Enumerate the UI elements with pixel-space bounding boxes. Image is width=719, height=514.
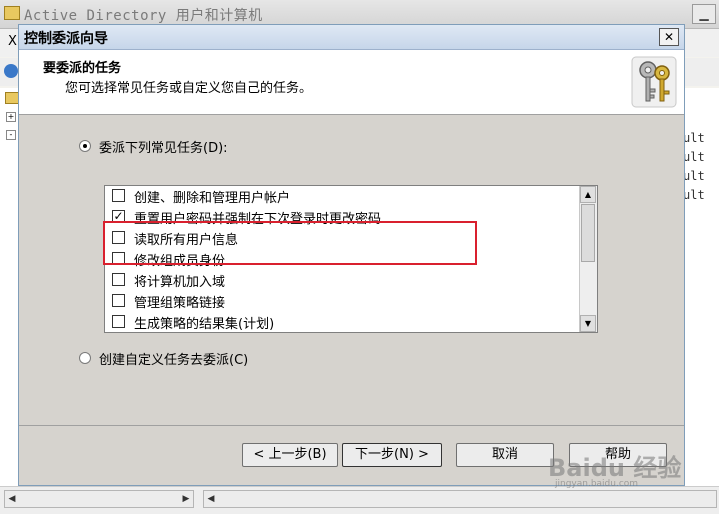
list-item: ult [683, 188, 705, 202]
back-arrow-icon[interactable] [4, 64, 18, 78]
folder-icon [5, 92, 19, 104]
checkbox[interactable] [112, 189, 125, 202]
radio-common-tasks[interactable] [79, 140, 91, 152]
radio-common-tasks-label: 委派下列常见任务(D): [99, 141, 228, 156]
wizard-header: 要委派的任务 您可选择常见任务或自定义您自己的任务。 [19, 50, 684, 115]
task-label: 管理组策略链接 [134, 296, 226, 311]
list-item: ult [683, 150, 705, 164]
delegation-wizard-dialog: 控制委派向导 ✕ 要委派的任务 您可选择常见任务或自定义您自己的任务。 委派下列… [18, 24, 685, 486]
red-highlight-annotation [103, 221, 477, 265]
cancel-button[interactable]: 取消 [456, 443, 554, 467]
watermark-url: jingyan.baidu.com [555, 479, 639, 489]
close-icon[interactable]: ✕ [659, 28, 679, 46]
horizontal-scrollbar-right[interactable]: ◀ [203, 490, 717, 508]
radio-custom-task[interactable] [79, 352, 91, 364]
background-window-title: Active Directory 用户和计算机 [24, 8, 263, 24]
footer-divider [19, 425, 684, 426]
page-subtitle: 您可选择常见任务或自定义您自己的任务。 [65, 81, 313, 96]
dialog-title: 控制委派向导 [24, 31, 108, 47]
scroll-right-icon[interactable]: ▶ [179, 491, 193, 507]
checkbox[interactable] [112, 294, 125, 307]
folder-icon [4, 6, 20, 20]
expand-icon[interactable]: + [6, 112, 16, 122]
task-label: 将计算机加入域 [134, 275, 226, 290]
list-item: ult [683, 169, 705, 183]
task-label: 创建、删除和管理用户帐户 [134, 191, 291, 206]
page-title: 要委派的任务 [43, 61, 122, 76]
minimize-icon[interactable]: ▁ [692, 4, 716, 24]
scroll-left-icon[interactable]: ◀ [204, 491, 218, 507]
checkbox[interactable] [112, 273, 125, 286]
details-pane: ult ult ult ult [683, 88, 719, 488]
task-list-scrollbar[interactable]: ▲ ▼ [579, 186, 597, 332]
list-item: ult [683, 131, 705, 145]
watermark: Baidu 经验 [548, 454, 682, 482]
next-button[interactable]: 下一步(N) > [342, 443, 442, 467]
scroll-up-icon[interactable]: ▲ [580, 186, 596, 203]
menu-item-file[interactable]: X [8, 34, 17, 49]
radio-custom-task-label: 创建自定义任务去委派(C) [99, 353, 249, 368]
collapse-icon[interactable]: - [6, 130, 16, 140]
dialog-titlebar[interactable]: 控制委派向导 ✕ [19, 25, 684, 50]
tree-pane: + - [0, 88, 19, 488]
back-button[interactable]: < 上一步(B) [242, 443, 338, 467]
scroll-down-icon[interactable]: ▼ [580, 315, 596, 332]
scroll-left-icon[interactable]: ◀ [5, 491, 19, 507]
horizontal-scrollbar-left[interactable]: ◀ ▶ [4, 490, 194, 508]
keys-icon [631, 56, 677, 108]
checkbox[interactable] [112, 315, 125, 328]
scrollbar-thumb[interactable] [581, 204, 595, 262]
task-label: 生成策略的结果集(计划) [134, 317, 275, 332]
